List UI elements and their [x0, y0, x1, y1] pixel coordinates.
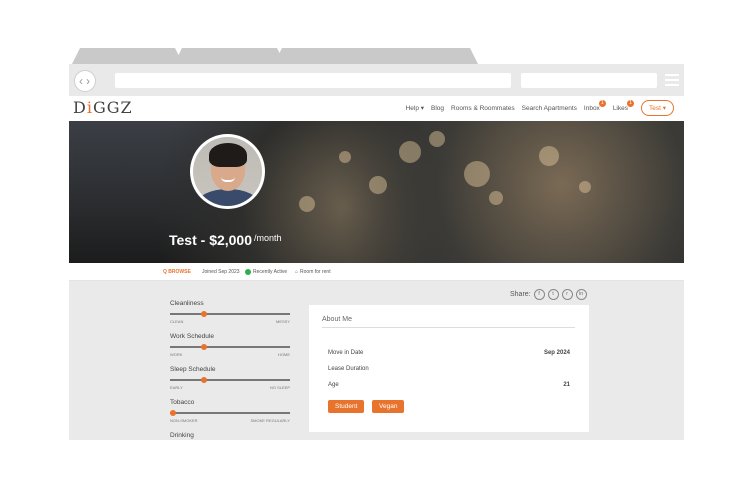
share-label: Share: [510, 291, 531, 298]
slider-min-label: CLEAN [170, 319, 184, 324]
profile-info-strip: Q BROWSE Joined Sep 2023 Recently Active… [69, 263, 684, 281]
online-dot-icon [245, 269, 251, 275]
menu-icon[interactable] [665, 74, 679, 86]
site-header: DiGGZ Help ▾ Blog Rooms & Roommates Sear… [69, 96, 684, 121]
about-heading: About Me [322, 316, 352, 323]
browser-tab[interactable] [274, 48, 385, 64]
about-me-card: About Me Move in Date Sep 2024 Lease Dura… [309, 305, 589, 432]
browser-tab[interactable] [367, 48, 478, 64]
reddit-icon[interactable]: r [561, 289, 573, 300]
preference-slider: Cleanliness CLEAN MESSY [170, 300, 290, 333]
listing-title: Test - $2,000/month [169, 232, 282, 248]
slider-end-labels: CLEAN MESSY [170, 319, 290, 324]
preference-slider: Drinking [170, 432, 290, 440]
inbox-badge: 1 [598, 99, 606, 107]
website: DiGGZ Help ▾ Blog Rooms & Roommates Sear… [69, 96, 684, 440]
browser-search-bar[interactable] [521, 73, 657, 88]
preference-label: Drinking [170, 432, 194, 439]
house-icon: ⌂ [295, 269, 299, 275]
preference-label: Work Schedule [170, 333, 214, 340]
preference-slider: Tobacco NON-SMOKER SMOKE REGULARLY [170, 399, 290, 432]
slider-track [170, 344, 290, 350]
chevron-right-icon: › [86, 74, 90, 88]
slider-min-label: EARLY [170, 385, 183, 390]
preference-label: Tobacco [170, 399, 195, 406]
back-forward-button[interactable]: ‹ › [74, 70, 96, 92]
diggz-logo[interactable]: DiGGZ [73, 98, 133, 117]
nav-help[interactable]: Help ▾ [406, 104, 424, 112]
chevron-left-icon: ‹ [79, 74, 83, 88]
user-menu-button[interactable]: Test ▾ [641, 100, 674, 116]
preference-slider: Work Schedule WORK HOME [170, 333, 290, 366]
activity-status: Recently Active [245, 269, 287, 275]
address-bar[interactable] [115, 73, 511, 88]
nav-inbox[interactable]: Inbox 1 [584, 99, 606, 112]
browse-link[interactable]: Q BROWSE [163, 269, 191, 275]
room-status: ⌂ Room for rent [295, 269, 331, 275]
facebook-icon[interactable]: f [533, 289, 545, 300]
slider-end-labels: WORK HOME [170, 352, 290, 357]
nav-rooms-roommates[interactable]: Rooms & Roommates [451, 105, 515, 112]
lifestyle-preferences: Cleanliness CLEAN MESSY Work Schedule WORK HO… [170, 300, 290, 440]
slider-track [170, 410, 290, 416]
slider-min-label: WORK [170, 352, 183, 357]
slider-track [170, 311, 290, 317]
slider-track [170, 377, 290, 383]
tag-vegan[interactable]: Vegan [372, 400, 405, 413]
slider-knob[interactable] [200, 377, 207, 383]
slider-end-labels: NON-SMOKER SMOKE REGULARLY [170, 418, 290, 423]
slider-min-label: NON-SMOKER [170, 418, 198, 423]
detail-row-move-in: Move in Date Sep 2024 [328, 350, 570, 356]
preference-slider: Sleep Schedule EARLY NO SLEEP [170, 366, 290, 399]
nav-blog[interactable]: Blog [431, 105, 444, 112]
nav-search-apartments[interactable]: Search Apartments [522, 105, 577, 112]
slider-knob[interactable] [200, 344, 207, 350]
likes-badge: 1 [627, 99, 634, 107]
browser-toolbar: ‹ › [69, 64, 684, 96]
profile-content: Cleanliness CLEAN MESSY Work Schedule WORK HO… [69, 281, 684, 440]
joined-date: Joined Sep 2023 [202, 269, 240, 275]
nav-likes[interactable]: Likes 1 [613, 99, 634, 112]
browser-tabs [70, 48, 685, 64]
slider-max-label: SMOKE REGULARLY [250, 418, 291, 423]
twitter-icon[interactable]: t [547, 289, 559, 300]
slider-max-label: HOME [278, 352, 290, 357]
share-bar: Share: f t r in [510, 289, 587, 300]
linkedin-icon[interactable]: in [575, 289, 587, 300]
preference-label: Sleep Schedule [170, 366, 216, 373]
profile-hero: Test - $2,000/month [69, 121, 684, 263]
slider-max-label: MESSY [275, 319, 290, 324]
preference-label: Cleanliness [170, 300, 204, 307]
tag-student[interactable]: Student [328, 400, 365, 413]
slider-knob[interactable] [170, 410, 176, 416]
slider-knob[interactable] [200, 311, 207, 317]
detail-row-lease: Lease Duration [328, 366, 369, 372]
slider-end-labels: EARLY NO SLEEP [170, 385, 290, 390]
detail-row-age: Age 21 [328, 382, 570, 388]
browser-tab[interactable] [174, 48, 285, 64]
slider-max-label: NO SLEEP [269, 385, 290, 390]
browser-tab[interactable] [72, 48, 183, 64]
main-nav: Help ▾ Blog Rooms & Roommates Search Apa… [406, 99, 674, 116]
profile-avatar [190, 134, 265, 209]
